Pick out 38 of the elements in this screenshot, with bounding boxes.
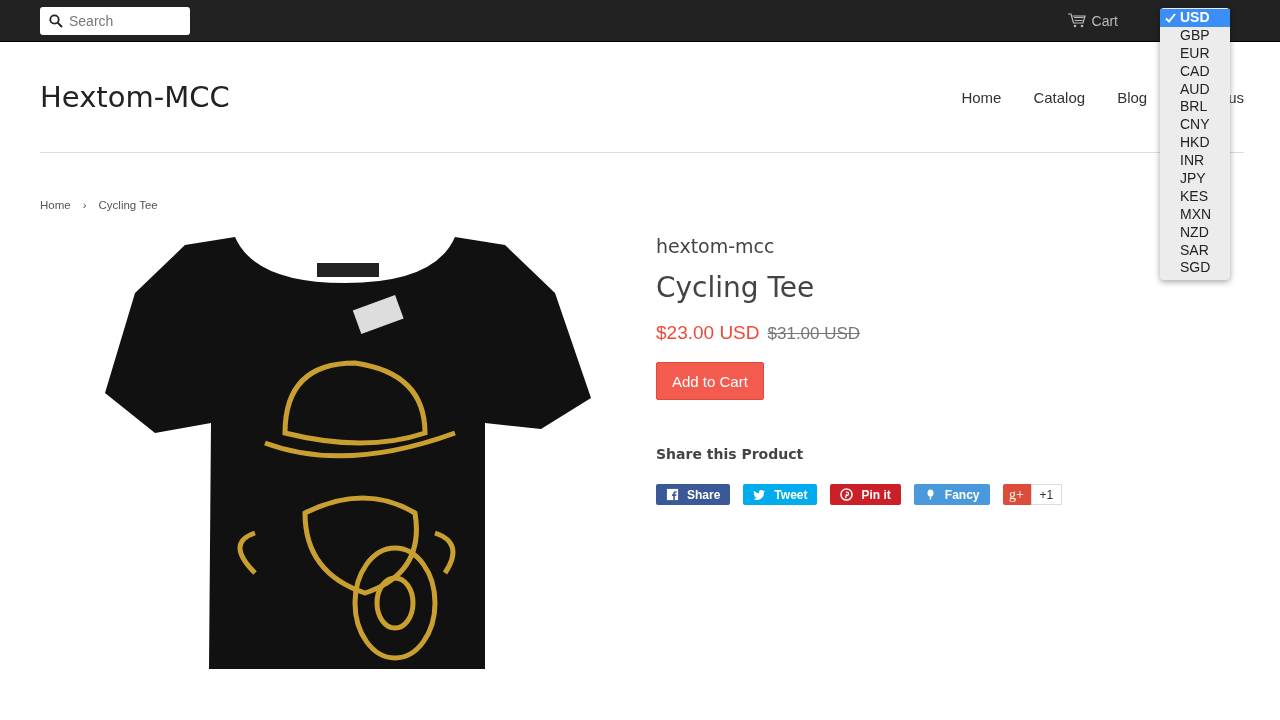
currency-option[interactable]: KES [1160,187,1230,206]
share-heading: Share this Product [656,446,804,462]
currency-option[interactable]: MXN [1160,205,1230,224]
check-icon [1165,13,1176,23]
vendor-name: hextom-mcc [656,235,775,257]
currency-option[interactable]: BRL [1160,98,1230,117]
currency-option[interactable]: GBP [1160,26,1230,45]
product-title: Cycling Tee [656,271,815,304]
facebook-icon [666,488,679,501]
google-plus-logo: g+ [1002,484,1031,505]
currency-option[interactable]: AUD [1160,80,1230,99]
currency-option[interactable]: HKD [1160,134,1230,153]
cart-link[interactable]: Cart [1091,12,1118,29]
currency-option[interactable]: JPY [1160,170,1230,188]
currency-option[interactable]: CNY [1160,116,1230,135]
currency-option[interactable]: NZD [1160,223,1230,242]
currency-option[interactable]: SAR [1160,241,1230,260]
nav-link[interactable]: Catalog [1033,88,1086,106]
search-field[interactable]: Search [40,6,190,35]
google-plus-button[interactable]: g+ +1 [1002,484,1063,505]
breadcrumb-item: Cycling Tee [98,199,158,211]
share-button[interactable]: Pin it [830,484,901,505]
pin-icon [840,488,854,501]
sale-price: $23.00 USD [656,322,760,344]
bird-icon [753,488,767,501]
currency-option[interactable]: INR [1160,152,1230,170]
currency-option[interactable]: EUR [1160,44,1230,63]
store-logo[interactable]: Hextom-MCC [40,80,962,114]
currency-option[interactable]: CAD [1160,62,1230,81]
share-count: +1 [1030,484,1063,505]
share-button[interactable]: Share [656,484,731,505]
breadcrumb-item[interactable]: Home [40,199,71,211]
breadcrumb-separator: › [82,199,87,211]
currency-option[interactable]: SGD [1160,259,1230,278]
nav-link[interactable]: Home [961,88,1002,106]
original-price: $31.00 USD [767,324,861,344]
cart-icon[interactable] [1067,13,1086,28]
nav-link[interactable]: Blog [1117,88,1148,106]
